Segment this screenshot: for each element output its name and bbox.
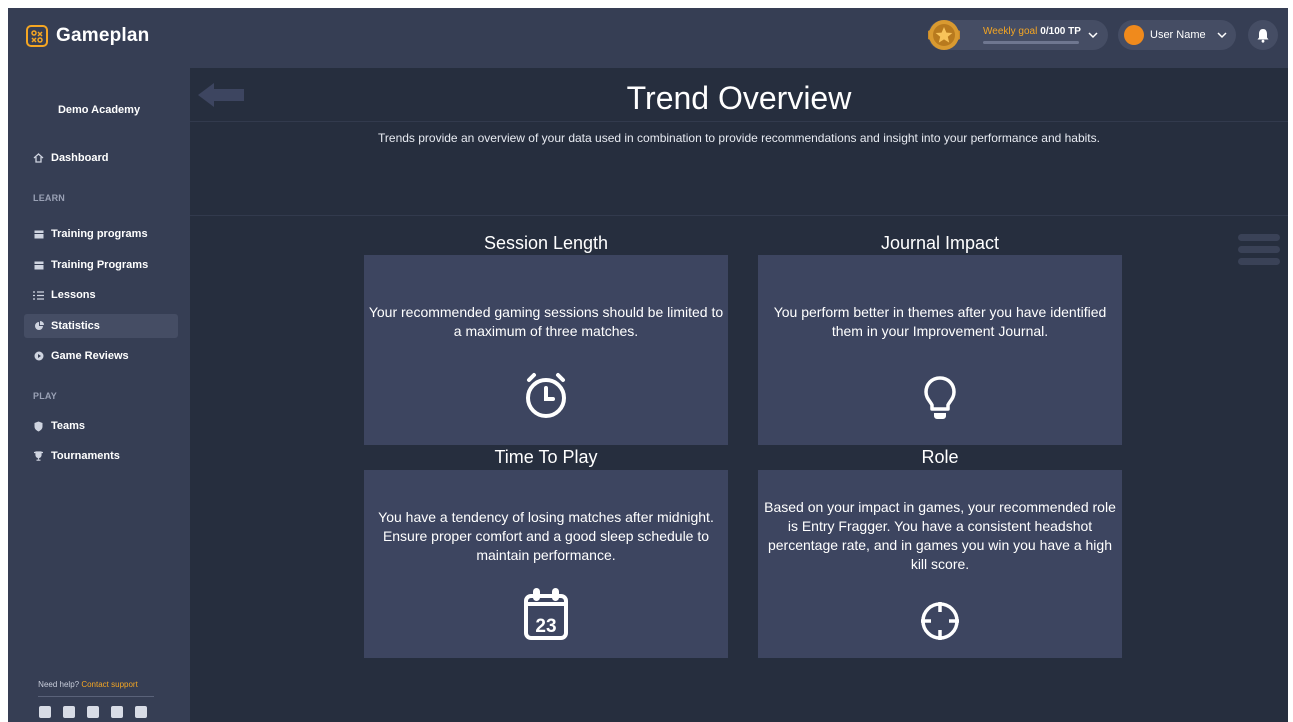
app-name: Gameplan <box>56 25 150 46</box>
divider <box>38 696 154 697</box>
card-text: Your recommended gaming sessions should … <box>368 304 724 339</box>
calendar-icon: 23 <box>364 586 728 642</box>
sidebar-item-label: Dashboard <box>51 152 109 164</box>
trend-card-role: Based on your impact in games, your reco… <box>758 470 1122 658</box>
app-logo[interactable]: Gameplan <box>26 25 149 47</box>
list-icon <box>33 290 44 301</box>
trend-card-session-length: Your recommended gaming sessions should … <box>364 255 728 445</box>
sidebar-item-teams[interactable]: Teams <box>24 414 178 438</box>
stopwatch-icon <box>364 370 728 420</box>
crosshair-icon <box>758 600 1122 642</box>
sidebar-item-label: Statistics <box>51 320 100 332</box>
trend-card-time-to-play: You have a tendency of losing matches af… <box>364 470 728 658</box>
menu-icon[interactable] <box>1238 234 1280 270</box>
shield-icon <box>33 421 44 432</box>
sidebar-item-lessons[interactable]: Lessons <box>24 283 178 307</box>
calendar-icon <box>33 229 44 240</box>
section-learn: LEARN <box>33 193 65 203</box>
gameplan-logo-icon <box>26 25 48 47</box>
instagram-icon[interactable] <box>39 706 51 718</box>
sidebar-item-tournaments[interactable]: Tournaments <box>24 444 178 468</box>
page-title: Trend Overview <box>626 80 852 116</box>
weekly-goal-progress <box>983 41 1079 44</box>
card-title-time-to-play: Time To Play <box>494 447 598 467</box>
sidebar-item-label: Lessons <box>51 289 96 301</box>
calendar-day-number: 23 <box>535 616 556 637</box>
twitter-icon[interactable] <box>63 706 75 718</box>
sidebar-item-training-programs[interactable]: Training programs <box>24 222 178 246</box>
sidebar-item-label: Game Reviews <box>51 350 129 362</box>
help-text: Need help? Contact support <box>38 680 138 689</box>
twitch-icon[interactable] <box>111 706 123 718</box>
sidebar-item-training-programs-2[interactable]: Training Programs <box>24 253 178 277</box>
sidebar-item-label: Teams <box>51 420 86 432</box>
sidebar-item-label: Training Programs <box>51 259 149 271</box>
medal-icon <box>928 20 960 50</box>
lightbulb-icon <box>758 375 1122 421</box>
sidebar-item-game-reviews[interactable]: Game Reviews <box>24 344 178 368</box>
pie-chart-icon <box>33 321 44 332</box>
card-text: Based on your impact in games, your reco… <box>764 499 1116 572</box>
user-name: User Name <box>1150 29 1206 41</box>
bell-icon <box>1257 28 1269 43</box>
weekly-goal-dropdown[interactable]: Weekly goal 0/100 TP <box>928 20 1108 50</box>
contact-support-link[interactable]: Contact support <box>81 680 137 689</box>
weekly-goal-value: 0/100 TP <box>1040 26 1081 37</box>
home-icon <box>33 153 44 164</box>
divider <box>190 121 1288 122</box>
notifications-button[interactable] <box>1248 20 1278 50</box>
social-links <box>39 706 147 718</box>
card-title-journal-impact: Journal Impact <box>880 233 1000 253</box>
academy-name: Demo Academy <box>57 104 141 116</box>
sidebar-item-statistics[interactable]: Statistics <box>24 314 178 338</box>
chevron-down-icon <box>1088 32 1098 39</box>
avatar <box>1124 25 1144 45</box>
sidebar-item-label: Training programs <box>51 228 148 240</box>
app-window: Gameplan Weekly goal0/100 TP User Name <box>8 8 1288 722</box>
facebook-icon[interactable] <box>87 706 99 718</box>
divider <box>190 215 1288 216</box>
page-subtitle: Trends provide an overview of your data … <box>378 131 1100 145</box>
calendar-icon <box>33 260 44 271</box>
top-bar: Gameplan Weekly goal 0/100 TP User Name <box>8 8 1288 68</box>
section-play: PLAY <box>33 391 57 401</box>
card-title-session-length: Session Length <box>483 233 609 253</box>
card-text: You perform better in themes after you h… <box>773 304 1107 339</box>
sidebar-item-label: Tournaments <box>51 450 120 462</box>
sidebar: Demo Academy Dashboard LEARN Training pr… <box>8 68 190 722</box>
user-menu-dropdown[interactable]: User Name <box>1118 20 1236 50</box>
trophy-icon <box>33 451 44 462</box>
card-title-role: Role <box>921 447 959 467</box>
trend-card-journal-impact: You perform better in themes after you h… <box>758 255 1122 445</box>
tiktok-icon[interactable] <box>135 706 147 718</box>
card-text: You have a tendency of losing matches af… <box>378 509 714 563</box>
chevron-down-icon <box>1217 32 1227 39</box>
play-icon <box>33 351 44 362</box>
weekly-goal-label: Weekly goal <box>983 26 1038 37</box>
sidebar-item-dashboard[interactable]: Dashboard <box>24 146 178 170</box>
